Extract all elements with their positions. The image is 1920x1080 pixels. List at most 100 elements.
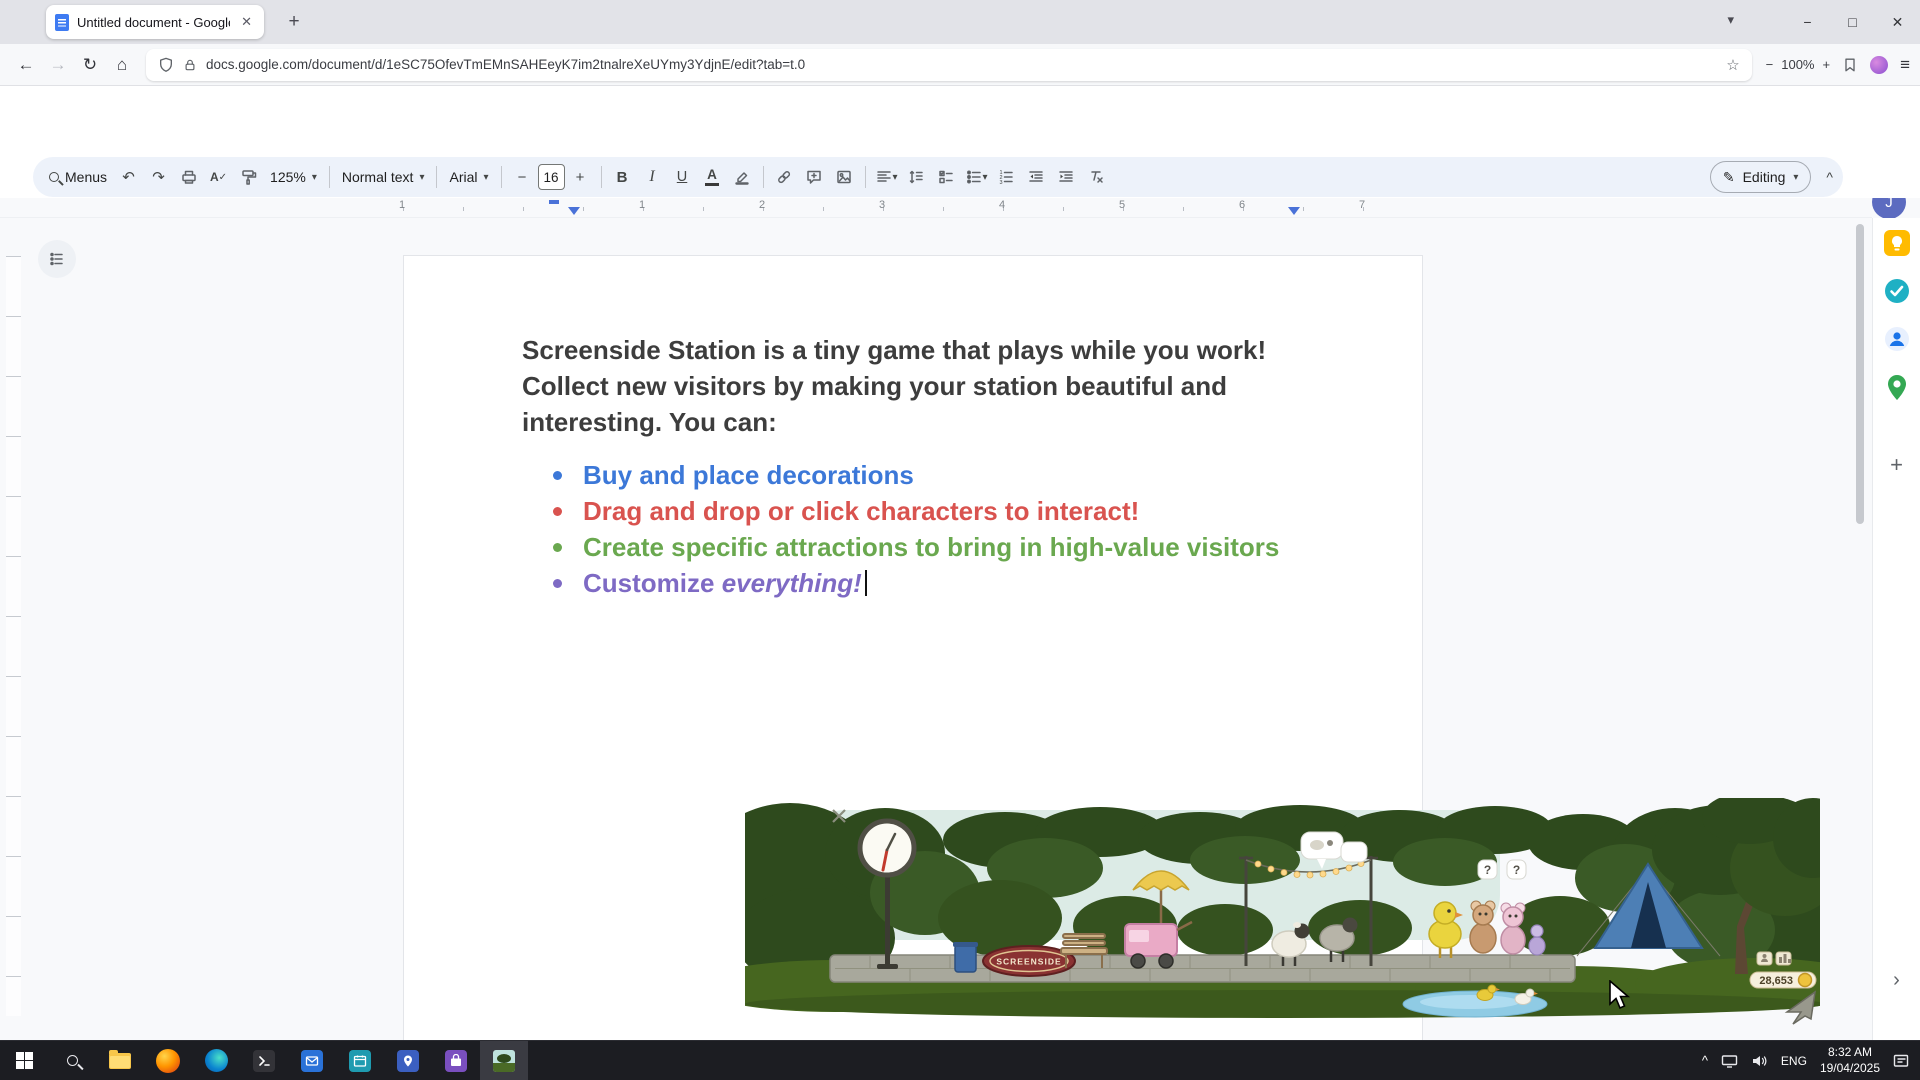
clear-format-icon [1087,168,1105,186]
mail-app-icon[interactable] [288,1041,336,1080]
tasks-icon[interactable] [1884,278,1910,304]
url-bar[interactable]: docs.google.com/document/d/1eSC75OfevTmE… [146,49,1752,81]
maps-app-icon[interactable] [384,1041,432,1080]
font-size-increase-button[interactable]: + [566,162,595,192]
taskbar-date: 19/04/2025 [1820,1061,1880,1077]
right-indent-marker[interactable] [1288,207,1300,215]
get-addons-button[interactable]: + [1890,452,1903,478]
text-color-button[interactable]: A [698,162,727,192]
list-tabs-icon[interactable]: ▾ [1727,12,1734,28]
zoom-level[interactable]: 100% [1781,57,1814,72]
reload-button[interactable]: ↻ [74,50,106,80]
visitors-button[interactable] [1757,952,1772,965]
account-icon[interactable] [1870,56,1888,74]
undo-button[interactable]: ↶ [114,162,143,192]
close-button[interactable]: ✕ [1875,14,1920,31]
maps-icon[interactable] [1885,374,1909,402]
action-center-icon[interactable] [1893,1053,1910,1069]
paint-format-button[interactable] [234,162,263,192]
decrease-indent-button[interactable] [1022,162,1051,192]
keep-icon[interactable] [1884,230,1910,256]
tray-expand-icon[interactable]: ^ [1702,1053,1708,1068]
print-button[interactable] [174,162,203,192]
question-bubble[interactable]: ? [1478,860,1497,879]
volume-icon[interactable] [1751,1053,1768,1069]
underline-button[interactable]: U [668,162,697,192]
game-scene[interactable]: SCREENSIDE [745,798,1820,1027]
bookmark-star-icon[interactable]: ☆ [1726,56,1739,74]
bulleted-list-button[interactable]: ▾ [962,162,991,192]
svg-text:3: 3 [1000,180,1003,186]
align-button[interactable]: ▾ [872,162,901,192]
highlight-color-button[interactable] [728,162,757,192]
add-comment-button[interactable] [800,162,829,192]
bullet-item: Drag and drop or click characters to int… [522,493,1279,529]
ruler-mark: 2 [759,199,765,211]
redo-button[interactable]: ↷ [144,162,173,192]
first-line-indent-marker[interactable] [549,200,559,204]
document-text[interactable]: Screenside Station is a tiny game that p… [522,332,1279,601]
hide-menus-button[interactable]: ^ [1826,169,1833,185]
language-indicator[interactable]: ENG [1781,1054,1807,1068]
trash-bin[interactable] [953,942,978,972]
insert-link-button[interactable] [770,162,799,192]
ruler-mark: 6 [1239,199,1245,211]
paint-roller-icon [240,168,258,186]
forward-button[interactable]: → [42,50,74,80]
screenside-station-app-icon[interactable] [480,1041,528,1080]
minimize-button[interactable]: − [1785,14,1830,30]
start-button[interactable] [0,1041,48,1080]
screenside-station-game[interactable]: SCREENSIDE [745,798,1820,1027]
back-button[interactable]: ← [10,50,42,80]
hide-side-panel-icon[interactable]: › [1893,969,1900,992]
zoom-out-icon[interactable]: − [1766,57,1774,72]
tab-title: Untitled document - Google Do [77,15,230,30]
left-indent-marker[interactable] [568,207,580,215]
zoom-in-icon[interactable]: + [1822,57,1830,72]
contacts-icon[interactable] [1884,326,1910,352]
menus-search-button[interactable]: Menus [43,169,113,185]
editing-mode-select[interactable]: ✎ Editing ▾ [1710,161,1812,193]
clear-formatting-button[interactable] [1082,162,1111,192]
paragraph-style-value: Normal text [342,169,414,185]
mouse-character[interactable] [1470,901,1496,953]
horizontal-ruler[interactable]: 1 1 2 3 4 5 6 7 [0,198,1872,218]
taskbar-search-button[interactable] [48,1041,96,1080]
vertical-scrollbar[interactable] [1856,224,1864,524]
checklist-button[interactable] [932,162,961,192]
increase-indent-button[interactable] [1052,162,1081,192]
new-tab-button[interactable]: + [280,8,308,36]
child-character[interactable] [1529,925,1545,955]
file-explorer-icon[interactable] [96,1041,144,1080]
bold-button[interactable]: B [608,162,637,192]
url-text[interactable]: docs.google.com/document/d/1eSC75OfevTmE… [206,57,1717,72]
browser-navbar: ← → ↻ ⌂ docs.google.com/document/d/1eSC7… [0,44,1920,86]
pocket-icon[interactable] [1842,57,1858,73]
home-button[interactable]: ⌂ [106,50,138,80]
italic-button[interactable]: I [638,162,667,192]
shield-icon[interactable] [158,57,174,73]
store-app-icon[interactable] [432,1041,480,1080]
edge-icon[interactable] [192,1041,240,1080]
maximize-button[interactable]: □ [1830,14,1875,30]
insert-image-button[interactable] [830,162,859,192]
line-spacing-button[interactable] [902,162,931,192]
firefox-icon[interactable] [144,1041,192,1080]
menu-icon[interactable]: ≡ [1900,55,1910,75]
calendar-app-icon[interactable] [336,1041,384,1080]
stone-path[interactable] [830,955,1575,982]
font-size-input[interactable]: 16 [538,164,565,190]
tab-close-icon[interactable]: ✕ [238,12,255,32]
paragraph-style-select[interactable]: Normal text ▾ [336,169,431,185]
question-bubble[interactable]: ? [1507,860,1526,879]
zoom-select[interactable]: 125% ▾ [264,169,323,185]
browser-tab[interactable]: Untitled document - Google Do ✕ [46,5,264,39]
font-size-decrease-button[interactable]: − [508,162,537,192]
font-select[interactable]: Arial ▾ [443,169,494,185]
numbered-list-button[interactable]: 123 [992,162,1021,192]
taskbar-clock[interactable]: 8:32 AM 19/04/2025 [1820,1045,1880,1076]
show-outline-button[interactable] [38,240,76,278]
terminal-app-icon[interactable] [240,1041,288,1080]
network-icon[interactable] [1721,1053,1738,1069]
spellcheck-button[interactable]: A✓ [204,162,233,192]
